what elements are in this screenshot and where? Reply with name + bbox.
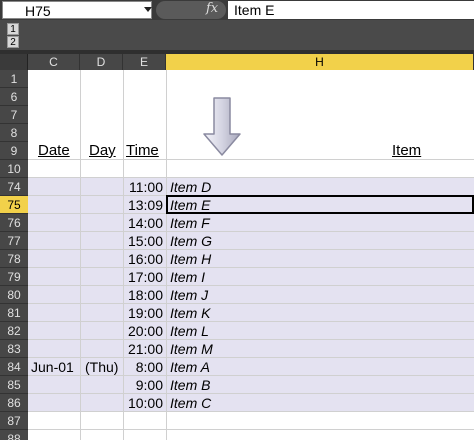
- formula-value: Item E: [234, 2, 275, 18]
- header-day: Day: [89, 142, 116, 159]
- row-header[interactable]: 78: [0, 250, 28, 268]
- gridline: [28, 339, 474, 340]
- gridline: [28, 429, 474, 430]
- table-row: [28, 322, 474, 340]
- time-cell[interactable]: 20:00: [123, 322, 163, 340]
- name-box-value: H75: [25, 3, 51, 19]
- row-header[interactable]: 7: [0, 106, 28, 124]
- gridline: [28, 303, 474, 304]
- column-header-c[interactable]: C: [28, 54, 80, 70]
- row-header[interactable]: 85: [0, 376, 28, 394]
- item-cell[interactable]: Item M: [170, 340, 213, 358]
- table-row: [28, 304, 474, 322]
- item-cell[interactable]: Item C: [170, 394, 211, 412]
- gridline: [80, 70, 81, 440]
- row-header[interactable]: 81: [0, 304, 28, 322]
- item-cell[interactable]: Item F: [170, 214, 210, 232]
- table-row: [28, 232, 474, 250]
- table-row: [28, 394, 474, 412]
- time-cell[interactable]: 8:00: [123, 358, 163, 376]
- cell-grid[interactable]: Date Day Time Item 11:00 Item D 13:09 It…: [28, 70, 474, 440]
- row-header[interactable]: 84: [0, 358, 28, 376]
- row-header[interactable]: 8: [0, 124, 28, 142]
- time-cell[interactable]: 14:00: [123, 214, 163, 232]
- header-item: Item: [392, 142, 422, 159]
- row-header[interactable]: 80: [0, 286, 28, 304]
- table-row: [28, 268, 474, 286]
- item-cell[interactable]: Item J: [170, 286, 208, 304]
- row-header-active[interactable]: 75: [0, 196, 28, 214]
- item-cell[interactable]: Item L: [170, 322, 209, 340]
- gridline: [28, 249, 474, 250]
- time-cell[interactable]: 18:00: [123, 286, 163, 304]
- row-header[interactable]: 1: [0, 70, 28, 88]
- table-row: [28, 340, 474, 358]
- time-cell[interactable]: 10:00: [123, 394, 163, 412]
- chevron-down-icon[interactable]: [144, 7, 152, 12]
- row-header[interactable]: 76: [0, 214, 28, 232]
- column-header-e[interactable]: E: [123, 54, 166, 70]
- header-time: Time: [126, 142, 159, 159]
- row-header[interactable]: 86: [0, 394, 28, 412]
- time-cell[interactable]: 17:00: [123, 268, 163, 286]
- header-date: Date: [38, 142, 70, 159]
- row-header[interactable]: 82: [0, 322, 28, 340]
- selected-cell-outline: [166, 195, 474, 214]
- gridline: [28, 231, 474, 232]
- row-header[interactable]: 87: [0, 412, 28, 430]
- item-cell[interactable]: Item G: [170, 232, 212, 250]
- row-header[interactable]: 79: [0, 268, 28, 286]
- formula-bar: H75 fx Item E: [0, 0, 474, 20]
- column-header-d[interactable]: D: [80, 54, 123, 70]
- gridline: [28, 393, 474, 394]
- outline-level-1-button[interactable]: 1: [7, 23, 19, 35]
- time-cell[interactable]: 19:00: [123, 304, 163, 322]
- item-cell[interactable]: Item I: [170, 268, 205, 286]
- day-cell[interactable]: (Thu): [85, 358, 118, 376]
- column-header-h[interactable]: H: [166, 54, 474, 70]
- row-header[interactable]: 10: [0, 160, 28, 178]
- time-cell[interactable]: 15:00: [123, 232, 163, 250]
- down-arrow-icon: [203, 97, 241, 156]
- table-row: [28, 178, 474, 196]
- row-header[interactable]: 6: [0, 88, 28, 106]
- row-header[interactable]: 88: [0, 430, 28, 440]
- table-row: [28, 376, 474, 394]
- gridline: [28, 285, 474, 286]
- table-row: [28, 250, 474, 268]
- time-cell[interactable]: 13:09: [123, 196, 163, 214]
- gridline: [28, 267, 474, 268]
- date-cell[interactable]: Jun-01: [31, 358, 74, 376]
- time-cell[interactable]: 9:00: [123, 376, 163, 394]
- row-header[interactable]: 83: [0, 340, 28, 358]
- row-header[interactable]: 74: [0, 178, 28, 196]
- item-cell[interactable]: Item K: [170, 304, 210, 322]
- function-icon[interactable]: fx: [206, 1, 218, 16]
- item-cell[interactable]: Item H: [170, 250, 211, 268]
- table-row: [28, 286, 474, 304]
- outline-area: 1 2: [0, 20, 474, 50]
- gridline: [28, 177, 474, 178]
- item-cell[interactable]: Item D: [170, 178, 211, 196]
- gridline: [28, 321, 474, 322]
- name-box[interactable]: H75: [2, 1, 152, 19]
- gridline: [166, 70, 167, 440]
- formula-input[interactable]: Item E: [228, 1, 474, 19]
- row-header[interactable]: 9: [0, 142, 28, 160]
- item-cell[interactable]: Item B: [170, 376, 210, 394]
- time-cell[interactable]: 16:00: [123, 250, 163, 268]
- row-header[interactable]: 77: [0, 232, 28, 250]
- item-cell[interactable]: Item A: [170, 358, 210, 376]
- time-cell[interactable]: 21:00: [123, 340, 163, 358]
- select-all-corner[interactable]: [0, 54, 28, 70]
- gridline: [28, 411, 474, 412]
- outline-level-2-button[interactable]: 2: [7, 36, 19, 48]
- time-cell[interactable]: 11:00: [123, 178, 163, 196]
- table-row: [28, 214, 474, 232]
